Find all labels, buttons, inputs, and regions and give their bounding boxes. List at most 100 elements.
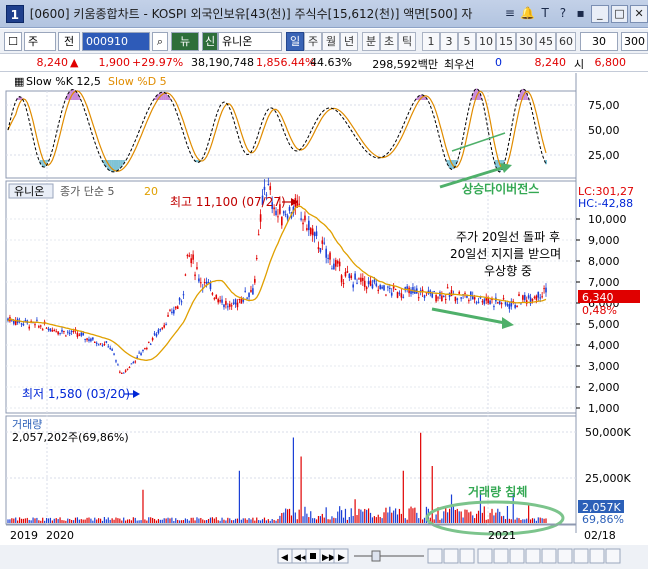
scroll-controls[interactable]: ◀ ◀◀ ▶▶ ▶: [277, 548, 621, 564]
note-line-1: 주가 20일선 돌파 후: [456, 230, 560, 244]
volume-bar: [246, 519, 248, 523]
candle-body: [182, 294, 185, 296]
candle-body: [373, 279, 376, 283]
volume-bar: [501, 516, 503, 523]
tab-daily[interactable]: 일: [286, 32, 304, 51]
volume-bar: [119, 518, 121, 523]
candle-body: [489, 300, 491, 305]
volume-bar: [242, 518, 244, 523]
candle-body: [277, 216, 279, 218]
interval-5[interactable]: 5: [458, 32, 476, 51]
volume-bar: [493, 515, 495, 523]
volume-bar: [188, 520, 190, 523]
maximize-button[interactable]: □: [610, 4, 629, 23]
volume-bar: [294, 512, 296, 523]
volume-bar: [348, 516, 350, 523]
volume-bar: [314, 518, 316, 523]
volume-bar: [150, 517, 152, 523]
candle-body: [435, 295, 437, 302]
text-size-icon[interactable]: T: [537, 5, 554, 22]
volume-bar: [7, 519, 9, 523]
candle-body: [504, 302, 507, 305]
volume-bar: [472, 515, 474, 523]
interval-30[interactable]: 30: [516, 32, 536, 51]
volume-bar: [175, 518, 177, 523]
chart-area[interactable]: ▦ Slow %K 12,5 Slow %D 5 75,00 50,00 25,…: [0, 73, 648, 569]
tab-second[interactable]: 초: [380, 32, 398, 51]
chart-toolbar: ☐ 주 전 000910 ⌕ 뉴 신 유니온 일 주 월 년 분 초 틱 1 3…: [0, 29, 648, 54]
volume-bar: [74, 517, 77, 523]
candle-body: [313, 232, 316, 237]
volume-bar: [524, 519, 526, 523]
candle-body: [348, 273, 351, 279]
bell-icon[interactable]: 🔔: [519, 5, 536, 22]
volume-bar: [504, 519, 507, 523]
current-price-tag-label: 6,340: [582, 291, 614, 304]
candle-body: [352, 284, 354, 288]
candle-body: [329, 252, 331, 260]
stock-name-tag-label: 유니온: [14, 185, 44, 198]
chart-list-icon[interactable]: ≡: [502, 5, 519, 22]
volume-bar: [502, 515, 505, 523]
candle-body: [90, 338, 92, 342]
candle-body: [22, 323, 25, 326]
volume-bar: [342, 517, 345, 523]
tab-weekly[interactable]: 주: [304, 32, 322, 51]
candle-body: [298, 203, 300, 205]
volume-bar: [51, 520, 53, 523]
period-toggle[interactable]: 전: [58, 32, 80, 51]
volume-bar: [250, 519, 252, 523]
layout-checkbox-icon[interactable]: ☐: [4, 32, 22, 51]
up-arrow-icon: ▲: [70, 56, 79, 69]
tab-monthly[interactable]: 월: [322, 32, 340, 51]
candle-body: [383, 285, 385, 291]
interval-45[interactable]: 45: [536, 32, 556, 51]
candle-body: [134, 361, 137, 363]
count-input[interactable]: 300: [621, 32, 648, 51]
volume-bar: [445, 506, 447, 523]
volume-bar: [281, 513, 283, 523]
volume-bar: [474, 518, 476, 523]
candle-body: [458, 291, 461, 294]
volume-bar: [182, 520, 185, 523]
menu-icon[interactable]: ▪: [572, 5, 589, 22]
tab-tick[interactable]: 틱: [398, 32, 416, 51]
tab-minute[interactable]: 분: [362, 32, 380, 51]
interval-select[interactable]: 30: [580, 32, 618, 51]
volume-bar: [24, 518, 26, 523]
news-button[interactable]: 뉴: [171, 32, 199, 51]
candle-body: [155, 333, 158, 337]
interval-3[interactable]: 3: [440, 32, 458, 51]
candle-body: [369, 280, 372, 286]
help-icon[interactable]: ?: [555, 5, 572, 22]
tab-yearly[interactable]: 년: [340, 32, 358, 51]
credit-badge[interactable]: 신: [202, 32, 218, 51]
volume-bar: [42, 517, 44, 523]
volume-bar: [529, 519, 532, 523]
interval-60[interactable]: 60: [556, 32, 576, 51]
candle-body: [173, 309, 175, 314]
price-scale-label: 3,000: [588, 360, 620, 373]
volume-bar: [339, 506, 341, 523]
close-button[interactable]: ✕: [630, 4, 648, 23]
stock-code-input[interactable]: 000910: [82, 32, 150, 51]
candle-body: [317, 247, 320, 250]
volume-bar: [412, 508, 414, 523]
volume-bar: [279, 515, 281, 523]
candle-body: [178, 298, 181, 301]
volume-bar: [98, 518, 100, 523]
candle-body: [232, 302, 235, 304]
volume-bar: [346, 519, 348, 523]
stoch-d-label: Slow %D 5: [108, 75, 167, 88]
interval-10[interactable]: 10: [476, 32, 496, 51]
market-select[interactable]: 주: [24, 32, 56, 51]
volume-bar: [76, 517, 79, 523]
candle-body: [120, 372, 123, 374]
interval-15[interactable]: 15: [496, 32, 516, 51]
volume-bar: [468, 512, 470, 523]
search-icon[interactable]: ⌕: [152, 32, 168, 51]
minimize-button[interactable]: _: [590, 4, 609, 23]
candle-body: [390, 292, 393, 296]
interval-1[interactable]: 1: [422, 32, 440, 51]
volume-bar: [325, 507, 327, 523]
